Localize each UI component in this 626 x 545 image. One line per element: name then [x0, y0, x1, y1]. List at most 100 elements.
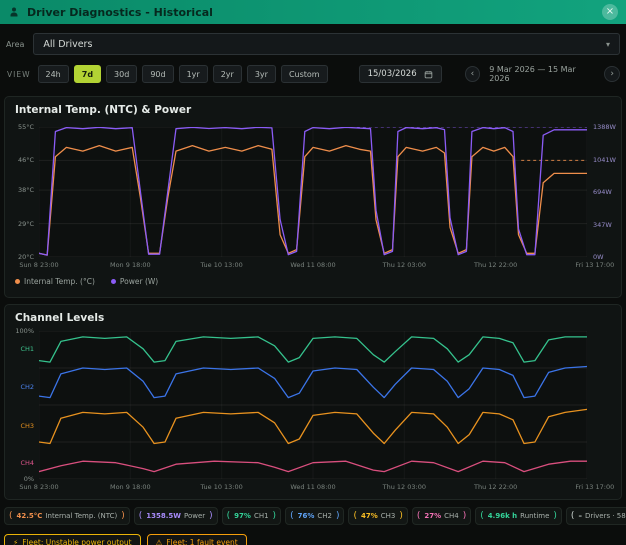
- stat-label: CH2: [317, 512, 332, 520]
- stat-label: CH4: [444, 512, 459, 520]
- legend-dot: [15, 279, 20, 284]
- alert-text: Fleet: 1 fault event: [166, 538, 237, 545]
- stat-value: 27%: [424, 512, 441, 520]
- y-tick: 1388W: [593, 123, 616, 131]
- stats-bar: 42.5°CInternal Temp. (NTC)1358.5WPower97…: [4, 507, 624, 525]
- channel-levels-plot: [39, 331, 587, 479]
- stat-chip: 27%CH4: [412, 507, 471, 525]
- temp-power-time-axis: Sun 8 23:00Mon 9 18:00Tue 10 13:00Wed 11…: [39, 261, 587, 271]
- y-tick: 1041W: [593, 156, 616, 164]
- temp-power-chart-title: Internal Temp. (NTC) & Power: [15, 104, 191, 116]
- x-tick: Thu 12 22:00: [474, 261, 517, 269]
- stat-label: Internal Temp. (NTC): [45, 512, 117, 520]
- stat-chip: 42.5°CInternal Temp. (NTC): [4, 507, 130, 525]
- x-tick: Fri 13 17:00: [575, 483, 614, 491]
- chevron-down-icon: ▾: [606, 40, 610, 49]
- window-title: Driver Diagnostics - Historical: [27, 6, 213, 19]
- titlebar: Driver Diagnostics - Historical ×: [0, 0, 626, 24]
- toolbar: VIEW 24h 7d 30d 90d 1yr 2yr 3yr Custom 15/03/20…: [7, 65, 620, 83]
- y-tick: 347W: [593, 221, 612, 229]
- temp-axis: 55°C46°C38°C29°C20°C: [7, 127, 36, 257]
- range-button-30d[interactable]: 30d: [106, 65, 137, 83]
- legend-item: Power (W): [111, 277, 158, 286]
- temp-power-panel: Internal Temp. (NTC) & Power 55°C46°C38°…: [4, 96, 622, 298]
- x-tick: Wed 11 08:00: [290, 261, 335, 269]
- range-buttons: 24h 7d 30d 90d 1yr 2yr 3yr Custom: [38, 65, 328, 83]
- stat-chip: 76%CH2: [285, 507, 344, 525]
- y-tick: 0%: [24, 475, 34, 483]
- y-tick: 0W: [593, 253, 604, 261]
- power-axis: 1388W1041W694W347W0W: [591, 127, 621, 257]
- stat-chip: 47%CH3: [348, 507, 407, 525]
- y-tick: 46°C: [18, 156, 34, 164]
- y-tick: 20°C: [18, 253, 34, 261]
- area-select-value: All Drivers: [43, 39, 92, 50]
- legend-label: Internal Temp. (°C): [24, 277, 95, 286]
- stat-value: 47%: [361, 512, 378, 520]
- stat-value: 4.96k h: [488, 512, 517, 520]
- stat-chip: 4.96k hRuntime: [475, 507, 562, 525]
- x-tick: Sun 8 23:00: [19, 261, 58, 269]
- x-tick: Mon 9 18:00: [110, 483, 151, 491]
- stat-chip: 1358.5WPower: [134, 507, 218, 525]
- close-icon[interactable]: ×: [602, 4, 618, 20]
- alerts-bar: ⚡Fleet: Unstable power output ⚠Fleet: 1 f…: [4, 534, 247, 545]
- y-tick: CH1: [20, 345, 34, 353]
- warning-icon: ⚠: [156, 538, 163, 545]
- stat-label: Drivers · 58 pts: [585, 512, 626, 520]
- y-tick: 38°C: [18, 186, 34, 194]
- next-range-button[interactable]: ›: [604, 66, 620, 82]
- driver-diagnostics-window: Driver Diagnostics - Historical × Area A…: [0, 0, 626, 545]
- date-range-text: 9 Mar 2026 — 15 Mar 2026: [485, 65, 599, 83]
- legend-item: Internal Temp. (°C): [15, 277, 95, 286]
- stat-label: Runtime: [520, 512, 549, 520]
- range-button-1yr[interactable]: 1yr: [179, 65, 208, 83]
- channel-levels-chart: [39, 331, 587, 479]
- prev-range-button[interactable]: ‹: [465, 66, 481, 82]
- stat-chip: 97%CH1: [222, 507, 281, 525]
- range-button-2yr[interactable]: 2yr: [213, 65, 242, 83]
- x-tick: Tue 10 13:00: [201, 483, 243, 491]
- alert-chip: ⚠Fleet: 1 fault event: [147, 534, 247, 545]
- date-input[interactable]: 15/03/2026: [359, 65, 442, 83]
- range-button-Custom[interactable]: Custom: [281, 65, 328, 83]
- channel-levels-chart-title: Channel Levels: [15, 312, 104, 324]
- stat-value: 42.5°C: [17, 512, 43, 520]
- x-tick: Thu 12 03:00: [383, 483, 426, 491]
- temp-power-legend: Internal Temp. (°C) Power (W): [15, 277, 158, 286]
- y-tick: CH2: [20, 383, 34, 391]
- alert-chip: ⚡Fleet: Unstable power output: [4, 534, 141, 545]
- x-tick: Wed 11 08:00: [290, 483, 335, 491]
- range-button-90d[interactable]: 90d: [142, 65, 173, 83]
- x-tick: Sun 8 23:00: [19, 483, 58, 491]
- y-tick: 100%: [15, 327, 34, 335]
- legend-label: Power (W): [120, 277, 158, 286]
- channel-levels-time-axis: Sun 8 23:00Mon 9 18:00Tue 10 13:00Wed 11…: [39, 483, 587, 493]
- view-label: VIEW: [7, 70, 31, 79]
- stat-value: 97%: [234, 512, 251, 520]
- range-button-7d[interactable]: 7d: [74, 65, 101, 83]
- date-value: 15/03/2026: [368, 69, 417, 79]
- stat-label: CH1: [254, 512, 269, 520]
- stat-value: 76%: [298, 512, 315, 520]
- internal-temp-power-chart: [39, 127, 587, 257]
- x-tick: Fri 13 17:00: [575, 261, 614, 269]
- calendar-icon: [424, 70, 433, 79]
- area-select[interactable]: All Drivers ▾: [33, 33, 620, 55]
- alert-text: Fleet: Unstable power output: [22, 538, 131, 545]
- range-button-24h[interactable]: 24h: [38, 65, 69, 83]
- x-tick: Thu 12 22:00: [474, 483, 517, 491]
- driver-icon: [8, 6, 20, 18]
- stat-value: 1358.5W: [146, 512, 181, 520]
- stat-chip: –Drivers · 58 pts: [566, 507, 626, 525]
- range-button-3yr[interactable]: 3yr: [247, 65, 276, 83]
- temp-power-plot: [39, 127, 587, 257]
- stat-label: Power: [184, 512, 205, 520]
- y-tick: CH4: [20, 459, 34, 467]
- legend-dot: [111, 279, 116, 284]
- x-tick: Tue 10 13:00: [201, 261, 243, 269]
- x-tick: Mon 9 18:00: [110, 261, 151, 269]
- y-tick: CH3: [20, 422, 34, 430]
- y-tick: 29°C: [18, 220, 34, 228]
- x-tick: Thu 12 03:00: [383, 261, 426, 269]
